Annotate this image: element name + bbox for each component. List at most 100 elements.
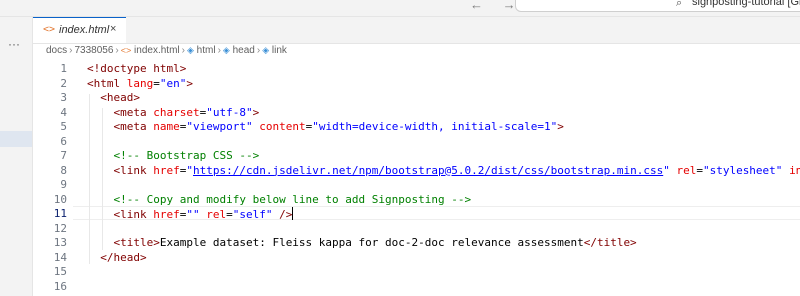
- code-line[interactable]: <!-- Copy and modify below line to add S…: [87, 192, 472, 206]
- code-token: <link: [113, 163, 154, 177]
- code-line[interactable]: <title>Example dataset: Fleiss kappa for…: [87, 236, 637, 249]
- code-token: "stylesheet": [702, 163, 783, 177]
- selected-explorer-item[interactable]: [0, 131, 32, 147]
- line-number: 14: [53, 250, 67, 264]
- html-file-icon: <>: [43, 24, 56, 35]
- line-number: 8: [60, 163, 67, 177]
- code-token: name: [153, 120, 180, 133]
- line-number: 10: [53, 192, 67, 206]
- code-line[interactable]: <link href="" rel="self" />: [87, 207, 294, 221]
- chevron-right-icon: ›: [115, 45, 119, 56]
- editor-tab-strip: <> index.html ×: [33, 17, 800, 44]
- code-token: >: [186, 76, 193, 90]
- code-token: =: [696, 163, 703, 177]
- code-token: </head>: [100, 250, 147, 264]
- code-token: <!-- Copy and modify below line to add S…: [113, 192, 472, 206]
- code-token: <html: [87, 76, 127, 90]
- code-token: rel: [676, 163, 697, 177]
- code-line[interactable]: </head>: [87, 250, 147, 264]
- code-token: />: [279, 208, 293, 221]
- tab-label: index.html: [59, 24, 110, 36]
- breadcrumb-item[interactable]: head: [233, 45, 255, 56]
- html-file-icon: <>: [120, 45, 132, 56]
- code-token: "width=device-width, initial-scale=1": [312, 120, 558, 133]
- title-bar: ← → ⌕ signposting-tutorial [Git: [0, 0, 800, 17]
- code-token: "viewport": [186, 120, 253, 133]
- code-line[interactable]: <html lang="en">: [87, 77, 193, 90]
- code-token: <!doctype html>: [87, 62, 187, 75]
- cube-icon: ◈: [222, 45, 230, 55]
- line-number: 11: [53, 207, 67, 220]
- line-number: 16: [53, 279, 67, 293]
- code-token: <!-- Bootstrap CSS -->: [113, 149, 260, 162]
- code-token: inte: [789, 163, 800, 177]
- code-token: "en": [159, 76, 187, 90]
- code-token: "self": [232, 208, 273, 221]
- line-number: 13: [53, 236, 67, 249]
- code-line[interactable]: <link href = "https://cdn.jsdelivr.net/npm…: [87, 164, 800, 177]
- line-number: 4: [60, 105, 67, 119]
- line-number: 9: [60, 178, 67, 191]
- code-token: rel: [206, 208, 227, 221]
- code-token: <meta: [113, 120, 154, 133]
- code-token: https://cdn.jsdelivr.net/npm/bootstrap@5…: [193, 163, 664, 177]
- chevron-right-icon: ›: [256, 45, 261, 56]
- code-token: "utf-8": [206, 105, 253, 119]
- code-token: lang: [126, 76, 154, 90]
- code-token: href: [153, 208, 180, 221]
- breadcrumb-item[interactable]: 7338056: [74, 45, 113, 56]
- line-number: 15: [53, 265, 67, 278]
- line-number: 6: [60, 134, 67, 148]
- code-token: <head>: [100, 91, 140, 104]
- code-editor[interactable]: 1 2 3 4 5 6 7 8 9 10 11 12 13 14 15 16 <!doctype html> <h…: [33, 60, 800, 296]
- breadcrumb-item[interactable]: link: [272, 45, 287, 56]
- chevron-right-icon: ›: [217, 45, 221, 56]
- code-token: ": [186, 163, 193, 177]
- breadcrumb-item[interactable]: index.html: [134, 45, 180, 56]
- line-number: 12: [53, 221, 67, 235]
- code-line[interactable]: <head>: [87, 91, 140, 104]
- code-token: Example dataset: Fleiss kappa for doc-2-…: [159, 236, 584, 249]
- code-token: ": [663, 163, 670, 177]
- code-token: =: [153, 76, 160, 90]
- code-line[interactable]: <meta name="viewport" content="width=dev…: [87, 120, 564, 133]
- text-cursor: [292, 207, 294, 220]
- tab-index-html[interactable]: <> index.html ×: [33, 17, 126, 43]
- code-token: >: [252, 105, 260, 119]
- search-text: signposting-tutorial [Git: [692, 0, 800, 8]
- search-icon: ⌕: [676, 0, 683, 9]
- side-panel: ···: [0, 17, 33, 296]
- code-token: content: [259, 120, 306, 133]
- breadcrumb-item[interactable]: docs: [46, 45, 67, 56]
- code-line[interactable]: <meta charset="utf-8">: [87, 105, 260, 119]
- code-token: </title>: [583, 236, 637, 249]
- line-number: 7: [60, 149, 67, 162]
- line-number: 2: [60, 76, 67, 90]
- breadcrumb-item[interactable]: html: [197, 45, 216, 56]
- breadcrumb: docs › 7338056 › <> index.html › ◈ html › ◈ head…: [46, 45, 287, 59]
- code-token: "": [186, 208, 200, 221]
- command-center-search[interactable]: ⌕ signposting-tutorial [Git: [515, 0, 800, 12]
- more-actions-icon[interactable]: ···: [8, 37, 20, 51]
- code-token: >: [557, 120, 564, 133]
- code-token: =: [226, 208, 233, 221]
- code-line[interactable]: <!doctype html>: [87, 62, 186, 75]
- code-line[interactable]: <!-- Bootstrap CSS -->: [87, 149, 260, 162]
- code-token: <link: [113, 208, 154, 221]
- line-number: 1: [60, 62, 67, 75]
- cube-icon: ◈: [186, 45, 194, 55]
- line-number: 3: [60, 91, 67, 104]
- code-token: charset: [153, 105, 200, 119]
- chevron-right-icon: ›: [69, 45, 73, 56]
- cube-icon: ◈: [262, 45, 270, 55]
- close-icon[interactable]: ×: [110, 23, 116, 35]
